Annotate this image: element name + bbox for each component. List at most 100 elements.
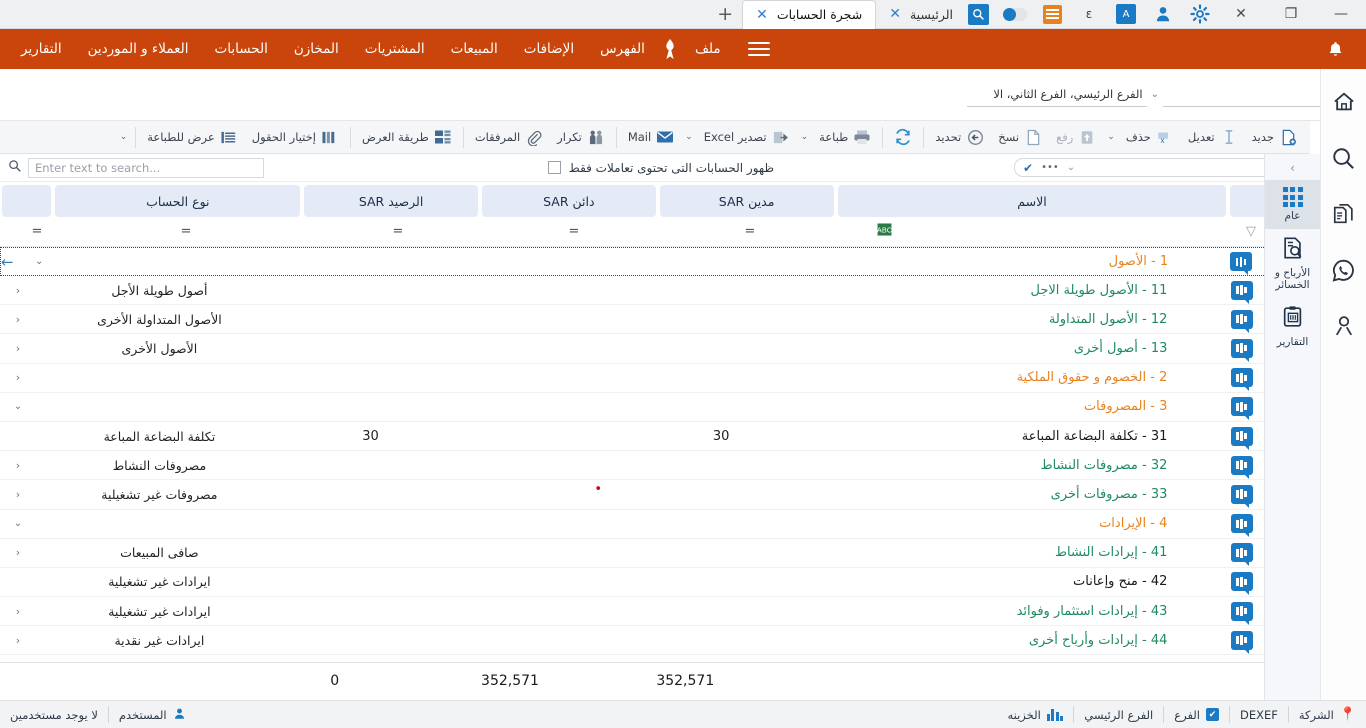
select-button[interactable]: تحديد bbox=[928, 124, 991, 151]
row-expander[interactable]: ‹ bbox=[0, 371, 36, 384]
filter-op-credit[interactable]: = bbox=[486, 217, 662, 247]
menu-item-addons[interactable]: الإضافات bbox=[511, 41, 587, 57]
funnel-icon[interactable]: ▽ bbox=[1246, 224, 1256, 239]
chevron-down-icon[interactable]: ⌄ bbox=[35, 256, 43, 267]
close-window-button[interactable]: ✕ bbox=[1230, 3, 1252, 25]
row-chart-icon[interactable] bbox=[1213, 572, 1270, 591]
search-input[interactable]: Enter text to search... bbox=[28, 158, 264, 178]
menu-icon[interactable] bbox=[742, 34, 776, 64]
new-tab-button[interactable]: + bbox=[708, 0, 742, 29]
row-expander[interactable]: ‹ bbox=[0, 459, 36, 472]
sidebar-item-reports[interactable]: التقارير bbox=[1265, 298, 1321, 355]
tab-chart-of-accounts[interactable]: شجرة الحسابات ✕ bbox=[742, 0, 876, 29]
row-expander[interactable]: ‹ bbox=[0, 313, 36, 326]
table-row[interactable]: 12 - الأصول المتداولةالأصول المتداولة ال… bbox=[0, 305, 1270, 334]
column-header-credit[interactable]: دائن SAR bbox=[482, 185, 656, 217]
table-row[interactable]: 4 - الإيرادات⌄ bbox=[0, 510, 1270, 539]
status-user[interactable]: المستخدم bbox=[109, 701, 196, 728]
chevron-left-icon[interactable]: ‹ bbox=[16, 284, 20, 297]
view-mode-button[interactable]: طريقة العرض bbox=[355, 124, 459, 151]
menu-item-sales[interactable]: المبيعات bbox=[438, 41, 511, 57]
documents-icon[interactable] bbox=[1327, 197, 1361, 231]
menu-item-file[interactable]: ملف bbox=[682, 41, 734, 57]
table-row[interactable]: 41 - إيرادات النشاطصافى المبيعات‹ bbox=[0, 539, 1270, 568]
filter-op-type[interactable]: = bbox=[62, 217, 310, 247]
export-excel-button[interactable]: تصدير Excel bbox=[697, 124, 797, 151]
row-chart-icon[interactable] bbox=[1213, 310, 1270, 329]
column-header-name[interactable]: الاسم bbox=[838, 185, 1227, 217]
table-row[interactable]: 13 - أصول أخرىالأصول الأخرى‹ bbox=[0, 334, 1270, 363]
toggle-switch[interactable] bbox=[1003, 3, 1027, 25]
mail-button[interactable]: Mail bbox=[621, 124, 681, 151]
chevron-down-icon[interactable]: ⌄ bbox=[14, 401, 22, 412]
status-treasury[interactable]: الخزينه bbox=[997, 701, 1073, 728]
table-row[interactable]: 11 - الأصول طويلة الاجلأصول طويلة الأجل‹ bbox=[0, 276, 1270, 305]
menu-item-reports[interactable]: التقارير bbox=[8, 41, 75, 57]
table-row[interactable]: 3 - المصروفات⌄ bbox=[0, 393, 1270, 422]
sidebar-collapse-button[interactable]: › bbox=[1265, 156, 1321, 180]
upload-button[interactable]: رفع bbox=[1049, 124, 1103, 151]
transactions-only-checkbox[interactable] bbox=[548, 161, 561, 174]
user-icon[interactable] bbox=[1151, 3, 1175, 25]
list-icon[interactable] bbox=[1040, 3, 1064, 25]
table-row[interactable]: 33 - مصروفات أخرىمصروفات غير تشغيلية‹• bbox=[0, 480, 1270, 509]
row-chart-icon[interactable] bbox=[1213, 543, 1270, 562]
currency-icon[interactable]: ε bbox=[1077, 3, 1101, 25]
more-options-icon[interactable]: ••• bbox=[1041, 162, 1059, 173]
filter-op-balance[interactable]: = bbox=[310, 217, 486, 247]
home-icon[interactable] bbox=[1327, 85, 1361, 119]
chevron-left-icon[interactable]: ‹ bbox=[16, 342, 20, 355]
row-expander[interactable]: ‹ bbox=[0, 488, 36, 501]
filter-op-extra[interactable]: = bbox=[12, 217, 62, 247]
status-branch[interactable]: ✔ الفرع bbox=[1164, 701, 1229, 728]
chevron-left-icon[interactable]: ‹ bbox=[16, 634, 20, 647]
notifications-bell-icon[interactable] bbox=[1318, 40, 1352, 59]
print-button[interactable]: طباعة bbox=[812, 124, 878, 151]
table-row[interactable]: 42 - منح وإعاناتايرادات غير تشغيلية bbox=[0, 568, 1270, 597]
restore-window-button[interactable]: ❐ bbox=[1280, 3, 1302, 25]
edit-button[interactable]: تعديل bbox=[1181, 124, 1245, 151]
transactions-only-checkbox-row[interactable]: ظهور الحسابات التى تحتوى تعاملات فقط bbox=[548, 161, 774, 175]
row-chart-icon[interactable] bbox=[1213, 427, 1270, 446]
search-icon[interactable] bbox=[1327, 141, 1361, 175]
row-expander[interactable]: ‹ bbox=[0, 634, 36, 647]
row-chart-icon[interactable] bbox=[1213, 456, 1270, 475]
chevron-left-icon[interactable]: ‹ bbox=[16, 313, 20, 326]
column-header-debit[interactable]: مدين SAR bbox=[660, 185, 834, 217]
row-expander[interactable]: ‹ bbox=[0, 605, 36, 618]
attachments-button[interactable]: المرفقات bbox=[468, 124, 550, 151]
duplicate-button[interactable]: تكرار bbox=[550, 124, 612, 151]
back-arrow-icon[interactable]: ← bbox=[1, 253, 14, 271]
menu-item-accounts[interactable]: الحسابات bbox=[202, 41, 281, 57]
new-button[interactable]: جديد bbox=[1245, 124, 1304, 151]
row-chart-icon[interactable] bbox=[1213, 397, 1270, 416]
row-chart-icon[interactable] bbox=[1213, 485, 1270, 504]
row-expander[interactable]: ‹ bbox=[0, 342, 36, 355]
chevron-left-icon[interactable]: ‹ bbox=[16, 605, 20, 618]
row-expander[interactable]: ‹ bbox=[0, 284, 36, 297]
settings-gear-icon[interactable] bbox=[1188, 3, 1212, 25]
column-header-balance[interactable]: الرصيد SAR bbox=[304, 185, 478, 217]
abc-icon[interactable]: ABC bbox=[877, 223, 892, 240]
minimize-window-button[interactable]: — bbox=[1330, 3, 1352, 25]
table-row[interactable]: 43 - إيرادات استثمار وفوائدايرادات غير ت… bbox=[0, 597, 1270, 626]
menu-item-customers-suppliers[interactable]: العملاء و الموردين bbox=[75, 41, 202, 57]
search-icon[interactable] bbox=[966, 3, 990, 25]
chevron-left-icon[interactable]: ‹ bbox=[16, 488, 20, 501]
row-chart-icon[interactable] bbox=[1213, 631, 1270, 650]
row-chart-icon[interactable] bbox=[1213, 602, 1270, 621]
table-row[interactable]: 44 - إيرادات وأرباح أخرىايرادات غير نقدي… bbox=[0, 626, 1270, 655]
chevron-down-icon[interactable]: ⌄ bbox=[1151, 89, 1159, 100]
row-chart-icon[interactable] bbox=[1213, 281, 1270, 300]
close-icon[interactable]: ✕ bbox=[889, 7, 901, 21]
status-company[interactable]: 📍 الشركة bbox=[1289, 701, 1366, 728]
table-row[interactable]: 32 - مصروفات النشاطمصروفات النشاط‹ bbox=[0, 451, 1270, 480]
tab-home[interactable]: الرئيسية ✕ bbox=[876, 0, 966, 29]
delete-button[interactable]: x حذف bbox=[1119, 124, 1181, 151]
branch-select[interactable]: الفرع الرئيسي، الفرع الثاني، الا bbox=[967, 83, 1147, 107]
chevron-left-icon[interactable]: ‹ bbox=[16, 459, 20, 472]
whatsapp-icon[interactable] bbox=[1327, 253, 1361, 287]
copy-button[interactable]: نسخ bbox=[991, 124, 1049, 151]
table-row[interactable]: 2 - الخصوم و حقوق الملكية‹ bbox=[0, 364, 1270, 393]
row-chart-icon[interactable] bbox=[1213, 252, 1269, 271]
